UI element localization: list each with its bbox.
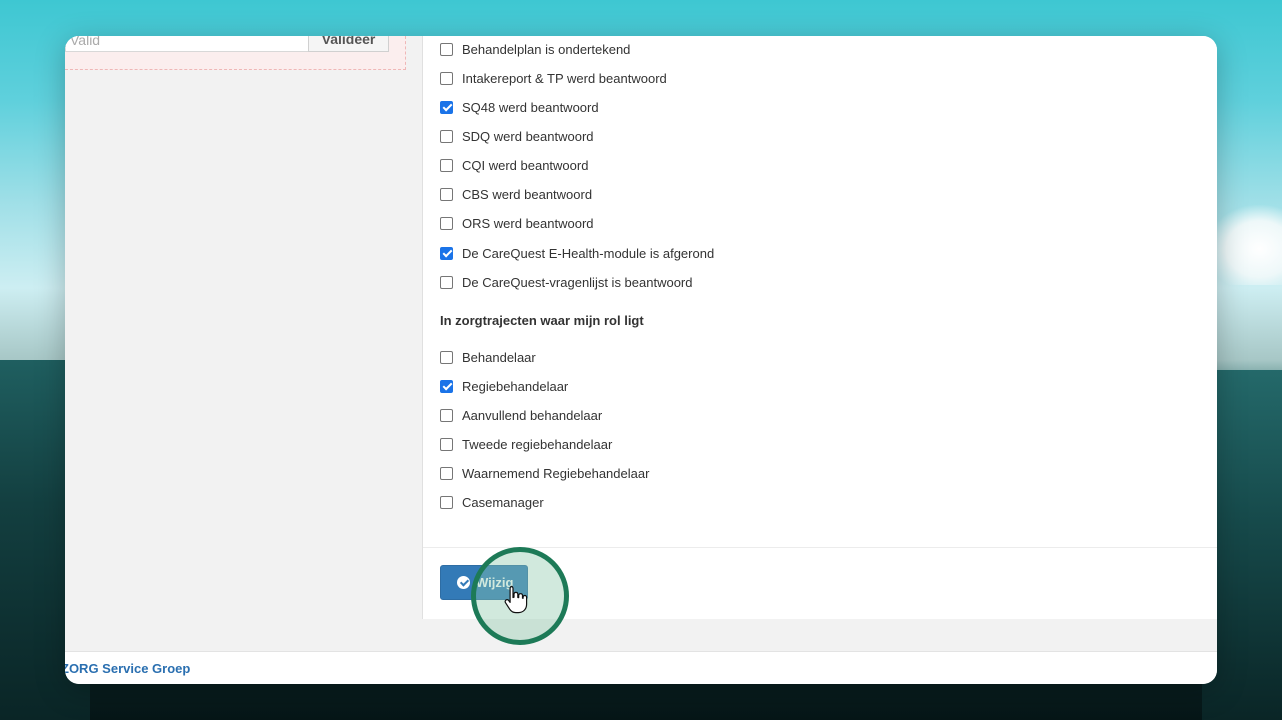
checkbox-label: ORS werd beantwoord	[462, 215, 594, 231]
check-circle-icon	[457, 576, 470, 589]
status-checkbox-row[interactable]: Intakereport & TP werd beantwoord	[440, 68, 667, 88]
background-cloud	[1207, 205, 1282, 285]
role-checkbox-row[interactable]: Casemanager	[440, 492, 544, 512]
validate-button[interactable]: Valideer	[308, 36, 389, 52]
checkbox[interactable]	[440, 100, 453, 114]
role-checkbox-row[interactable]: Aanvullend behandelaar	[440, 405, 602, 425]
status-checkbox-row[interactable]: CQI werd beantwoord	[440, 155, 588, 175]
checkbox[interactable]	[440, 350, 453, 364]
checkbox-label: De CareQuest-vragenlijst is beantwoord	[462, 274, 693, 290]
checkbox-label: Tweede regiebehandelaar	[462, 436, 613, 452]
checkbox[interactable]	[440, 495, 453, 509]
checkbox-label: Waarnemend Regiebehandelaar	[462, 465, 650, 481]
checkbox-label: Behandelplan is ondertekend	[462, 41, 631, 57]
checkbox[interactable]	[440, 187, 453, 201]
checkbox[interactable]	[440, 437, 453, 451]
checkbox-label: CQI werd beantwoord	[462, 157, 589, 173]
checkbox-label: Aanvullend behandelaar	[462, 407, 603, 423]
footer-brand[interactable]: ZORG Service Groep	[65, 661, 190, 676]
checkbox-label: Behandelaar	[462, 349, 536, 365]
submit-button[interactable]: Wijzig	[440, 565, 528, 600]
role-section-heading: In zorgtrajecten waar mijn rol ligt	[440, 313, 644, 328]
role-checkbox-row[interactable]: Behandelaar	[440, 347, 536, 367]
submit-button-label: Wijzig	[476, 575, 514, 590]
status-checkbox-row[interactable]: De CareQuest E-Health-module is afgerond	[440, 243, 714, 263]
checkbox[interactable]	[440, 379, 453, 393]
status-checkbox-row[interactable]: ORS werd beantwoord	[440, 213, 594, 233]
status-checkbox-row[interactable]: SQ48 werd beantwoord	[440, 97, 599, 117]
app-footer: ZORG Service Groep	[65, 651, 1217, 684]
checkbox-label: SQ48 werd beantwoord	[462, 99, 599, 115]
checkbox-label: CBS werd beantwoord	[462, 186, 593, 202]
role-checkbox-row[interactable]: Waarnemend Regiebehandelaar	[440, 463, 649, 483]
validate-input[interactable]: Valid	[65, 36, 313, 52]
checkbox-label: Casemanager	[462, 494, 544, 510]
status-checkbox-row[interactable]: SDQ werd beantwoord	[440, 126, 594, 146]
checkbox-label: Intakereport & TP werd beantwoord	[462, 70, 667, 86]
checkbox[interactable]	[440, 71, 453, 85]
checkbox-label: Regiebehandelaar	[462, 378, 569, 394]
checkbox-label: SDQ werd beantwoord	[462, 128, 594, 144]
filter-form-panel: Behandelplan is ondertekend Intakereport…	[422, 36, 1217, 619]
checkbox[interactable]	[440, 42, 453, 56]
checkbox[interactable]	[440, 158, 453, 172]
app-window: Valid Valideer Behandelplan is onderteke…	[65, 36, 1217, 684]
checkbox[interactable]	[440, 275, 453, 289]
checkbox[interactable]	[440, 246, 453, 260]
role-checkbox-row[interactable]: Regiebehandelaar	[440, 376, 568, 396]
status-checkbox-row[interactable]: CBS werd beantwoord	[440, 184, 592, 204]
checkbox[interactable]	[440, 408, 453, 422]
validate-box: Valid Valideer	[65, 36, 406, 70]
checkbox[interactable]	[440, 216, 453, 230]
left-pane: Valid Valideer	[65, 36, 423, 618]
status-checkbox-row[interactable]: De CareQuest-vragenlijst is beantwoord	[440, 272, 693, 292]
checkbox[interactable]	[440, 129, 453, 143]
checkbox[interactable]	[440, 466, 453, 480]
status-checkbox-row[interactable]: Behandelplan is ondertekend	[440, 39, 630, 59]
checkbox-label: De CareQuest E-Health-module is afgerond	[462, 245, 715, 261]
role-checkbox-row[interactable]: Tweede regiebehandelaar	[440, 434, 612, 454]
form-footer: Wijzig	[423, 547, 1217, 619]
